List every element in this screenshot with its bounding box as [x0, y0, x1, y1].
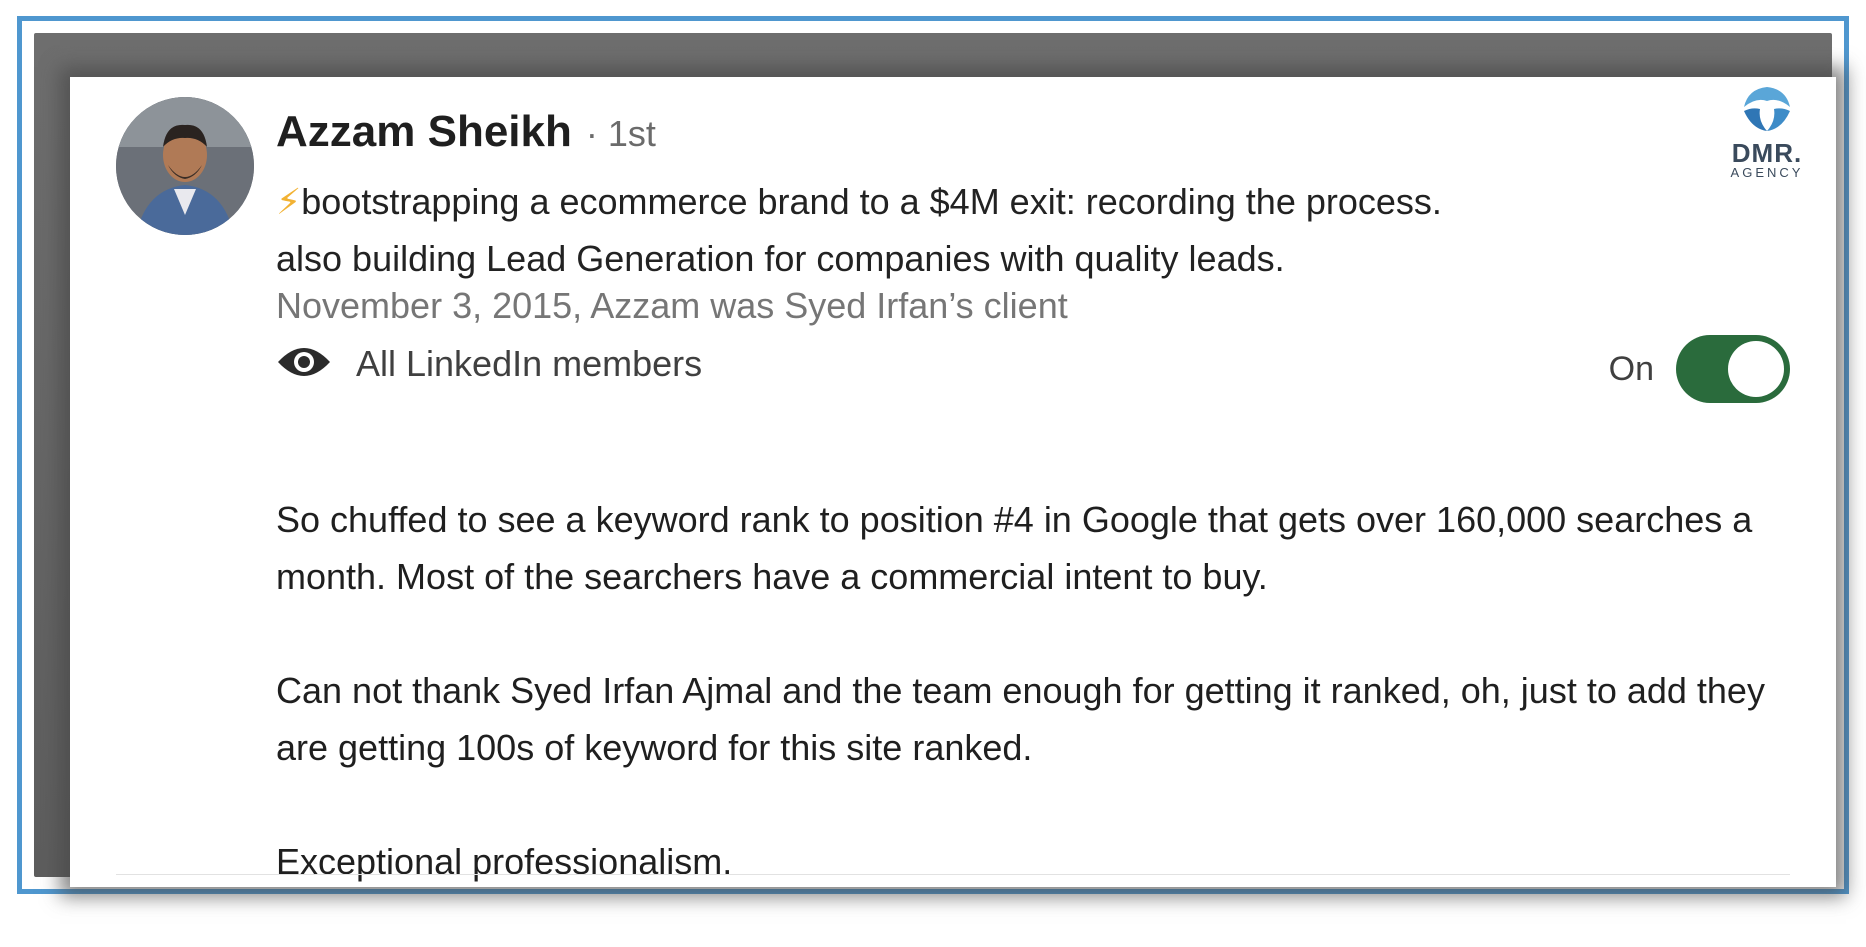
toggle-state-label: On: [1608, 349, 1654, 388]
lightning-icon: ⚡: [276, 181, 302, 222]
logo-mark-icon: [1744, 87, 1790, 131]
recommendation-paragraph-1: So chuffed to see a keyword rank to posi…: [276, 499, 1753, 597]
author-headline: ⚡bootstrapping a ecommerce brand to a $4…: [276, 173, 1776, 287]
visibility-label: All LinkedIn members: [356, 343, 703, 384]
author-name[interactable]: Azzam Sheikh: [276, 107, 572, 157]
logo-sub-text: AGENCY: [1730, 165, 1804, 180]
author-name-row: Azzam Sheikh · 1st: [276, 107, 656, 157]
visibility-toggle-group: On: [1609, 335, 1790, 403]
avatar[interactable]: [116, 97, 254, 235]
visibility-row: All LinkedIn members: [276, 343, 702, 385]
recommendation-date: November 3, 2015, Azzam was Syed Irfan’s…: [276, 285, 1068, 326]
screenshot-frame: Azzam Sheikh · 1st ⚡bootstrapping a ecom…: [17, 16, 1849, 894]
avatar-photo: [116, 97, 254, 235]
logo-brand-text: DMR.: [1731, 138, 1803, 168]
toggle-knob: [1728, 341, 1784, 397]
headline-line-2: also building Lead Generation for compan…: [276, 238, 1285, 279]
dmr-agency-logo: DMR. AGENCY: [1708, 85, 1826, 185]
divider: [116, 874, 1790, 875]
connection-degree: · 1st: [585, 113, 656, 154]
recommendation-paragraph-3: Exceptional professionalism.: [276, 841, 733, 882]
headline-line-1: bootstrapping a ecommerce brand to a $4M…: [301, 181, 1442, 222]
recommendation-card: Azzam Sheikh · 1st ⚡bootstrapping a ecom…: [70, 77, 1836, 887]
eye-icon: [276, 344, 332, 385]
recommendation-text: So chuffed to see a keyword rank to posi…: [276, 491, 1796, 947]
visibility-toggle[interactable]: [1676, 335, 1790, 403]
recommendation-paragraph-2: Can not thank Syed Irfan Ajmal and the t…: [276, 670, 1765, 768]
